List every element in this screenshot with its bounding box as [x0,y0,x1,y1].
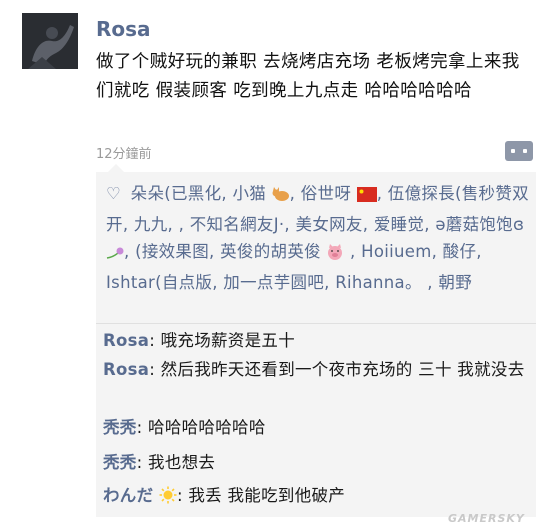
comment-item[interactable]: Rosa: 哦充场薪资是五十 [103,328,528,354]
avatar-image [22,13,78,69]
like-name[interactable]: 爱睡觉 [374,215,424,234]
comment-author[interactable]: Rosa [103,360,149,379]
comment-author[interactable]: わんだ [103,486,153,505]
post-timestamp: 12分鐘前 [96,147,152,162]
like-name[interactable]: Rihanna。 [335,273,422,292]
pig-emoji-icon [326,241,344,269]
like-name[interactable]: 俗世呀 [301,184,351,203]
like-name[interactable]: 美女网友 [296,215,363,234]
like-name[interactable]: Ishtar(自点版, 加一点芋圆吧 [106,273,324,292]
comment-item[interactable]: 秃秃: 哈哈哈哈哈哈哈 [103,415,528,441]
like-name[interactable]: 九九, [134,215,173,234]
like-name[interactable]: 朵朵(已黑化 [131,184,222,203]
comment-author[interactable]: Rosa [103,331,149,350]
likes-comments-panel: ♡ 朵朵(已黑化, 小猫 , 俗世呀 , 伍億探長(售秒赞双开, 九九, , 不… [96,164,536,517]
comment-icon[interactable] [505,141,533,161]
like-name[interactable]: 酸仔 [443,242,477,261]
comment-text: 哈哈哈哈哈哈哈 [148,418,266,437]
like-name[interactable]: Hoiiuem [361,242,431,261]
flower-emoji-icon [106,241,124,269]
comment-item[interactable]: わんだ : 我丢 我能吃到他破产 [103,483,528,512]
divider [96,323,536,324]
comment-text: 我也想去 [148,453,216,472]
like-name[interactable]: ə蘑菇饱饱ɞ [435,215,524,234]
post-author-name[interactable]: Rosa [96,17,151,41]
cat-emoji-icon [272,183,290,211]
heart-icon: ♡ [106,184,122,203]
like-name[interactable]: (接效果图, 英俊的胡英俊 [135,242,321,261]
comment-item[interactable]: Rosa: 然后我昨天还看到一个夜市充场的 三十 我就没去 [103,357,528,383]
comment-text: 哦充场薪资是五十 [160,331,296,350]
comment-item[interactable]: 秃秃: 我也想去 [103,450,528,476]
watermark: GAMERSKY [448,512,525,525]
china-flag-icon [356,183,377,211]
like-name[interactable]: 小猫 [232,184,266,203]
avatar[interactable] [22,13,78,69]
comment-text: 然后我昨天还看到一个夜市充场的 三十 我就没去 [160,360,525,379]
likes-list: ♡ 朵朵(已黑化, 小猫 , 俗世呀 , 伍億探長(售秒赞双开, 九九, , 不… [106,183,529,292]
comment-author[interactable]: 秃秃 [103,418,137,437]
post-text: 做了个贼好玩的兼职 去烧烤店充场 老板烤完拿上来我们就吃 假装顾客 吃到晚上九点… [96,52,520,101]
comment-text: 我丢 我能吃到他破产 [188,486,346,505]
sun-emoji-icon [159,486,177,512]
like-name[interactable]: 不知名網友J· [190,215,285,234]
like-name[interactable]: 朝野 [438,273,472,292]
comment-author[interactable]: 秃秃 [103,453,137,472]
